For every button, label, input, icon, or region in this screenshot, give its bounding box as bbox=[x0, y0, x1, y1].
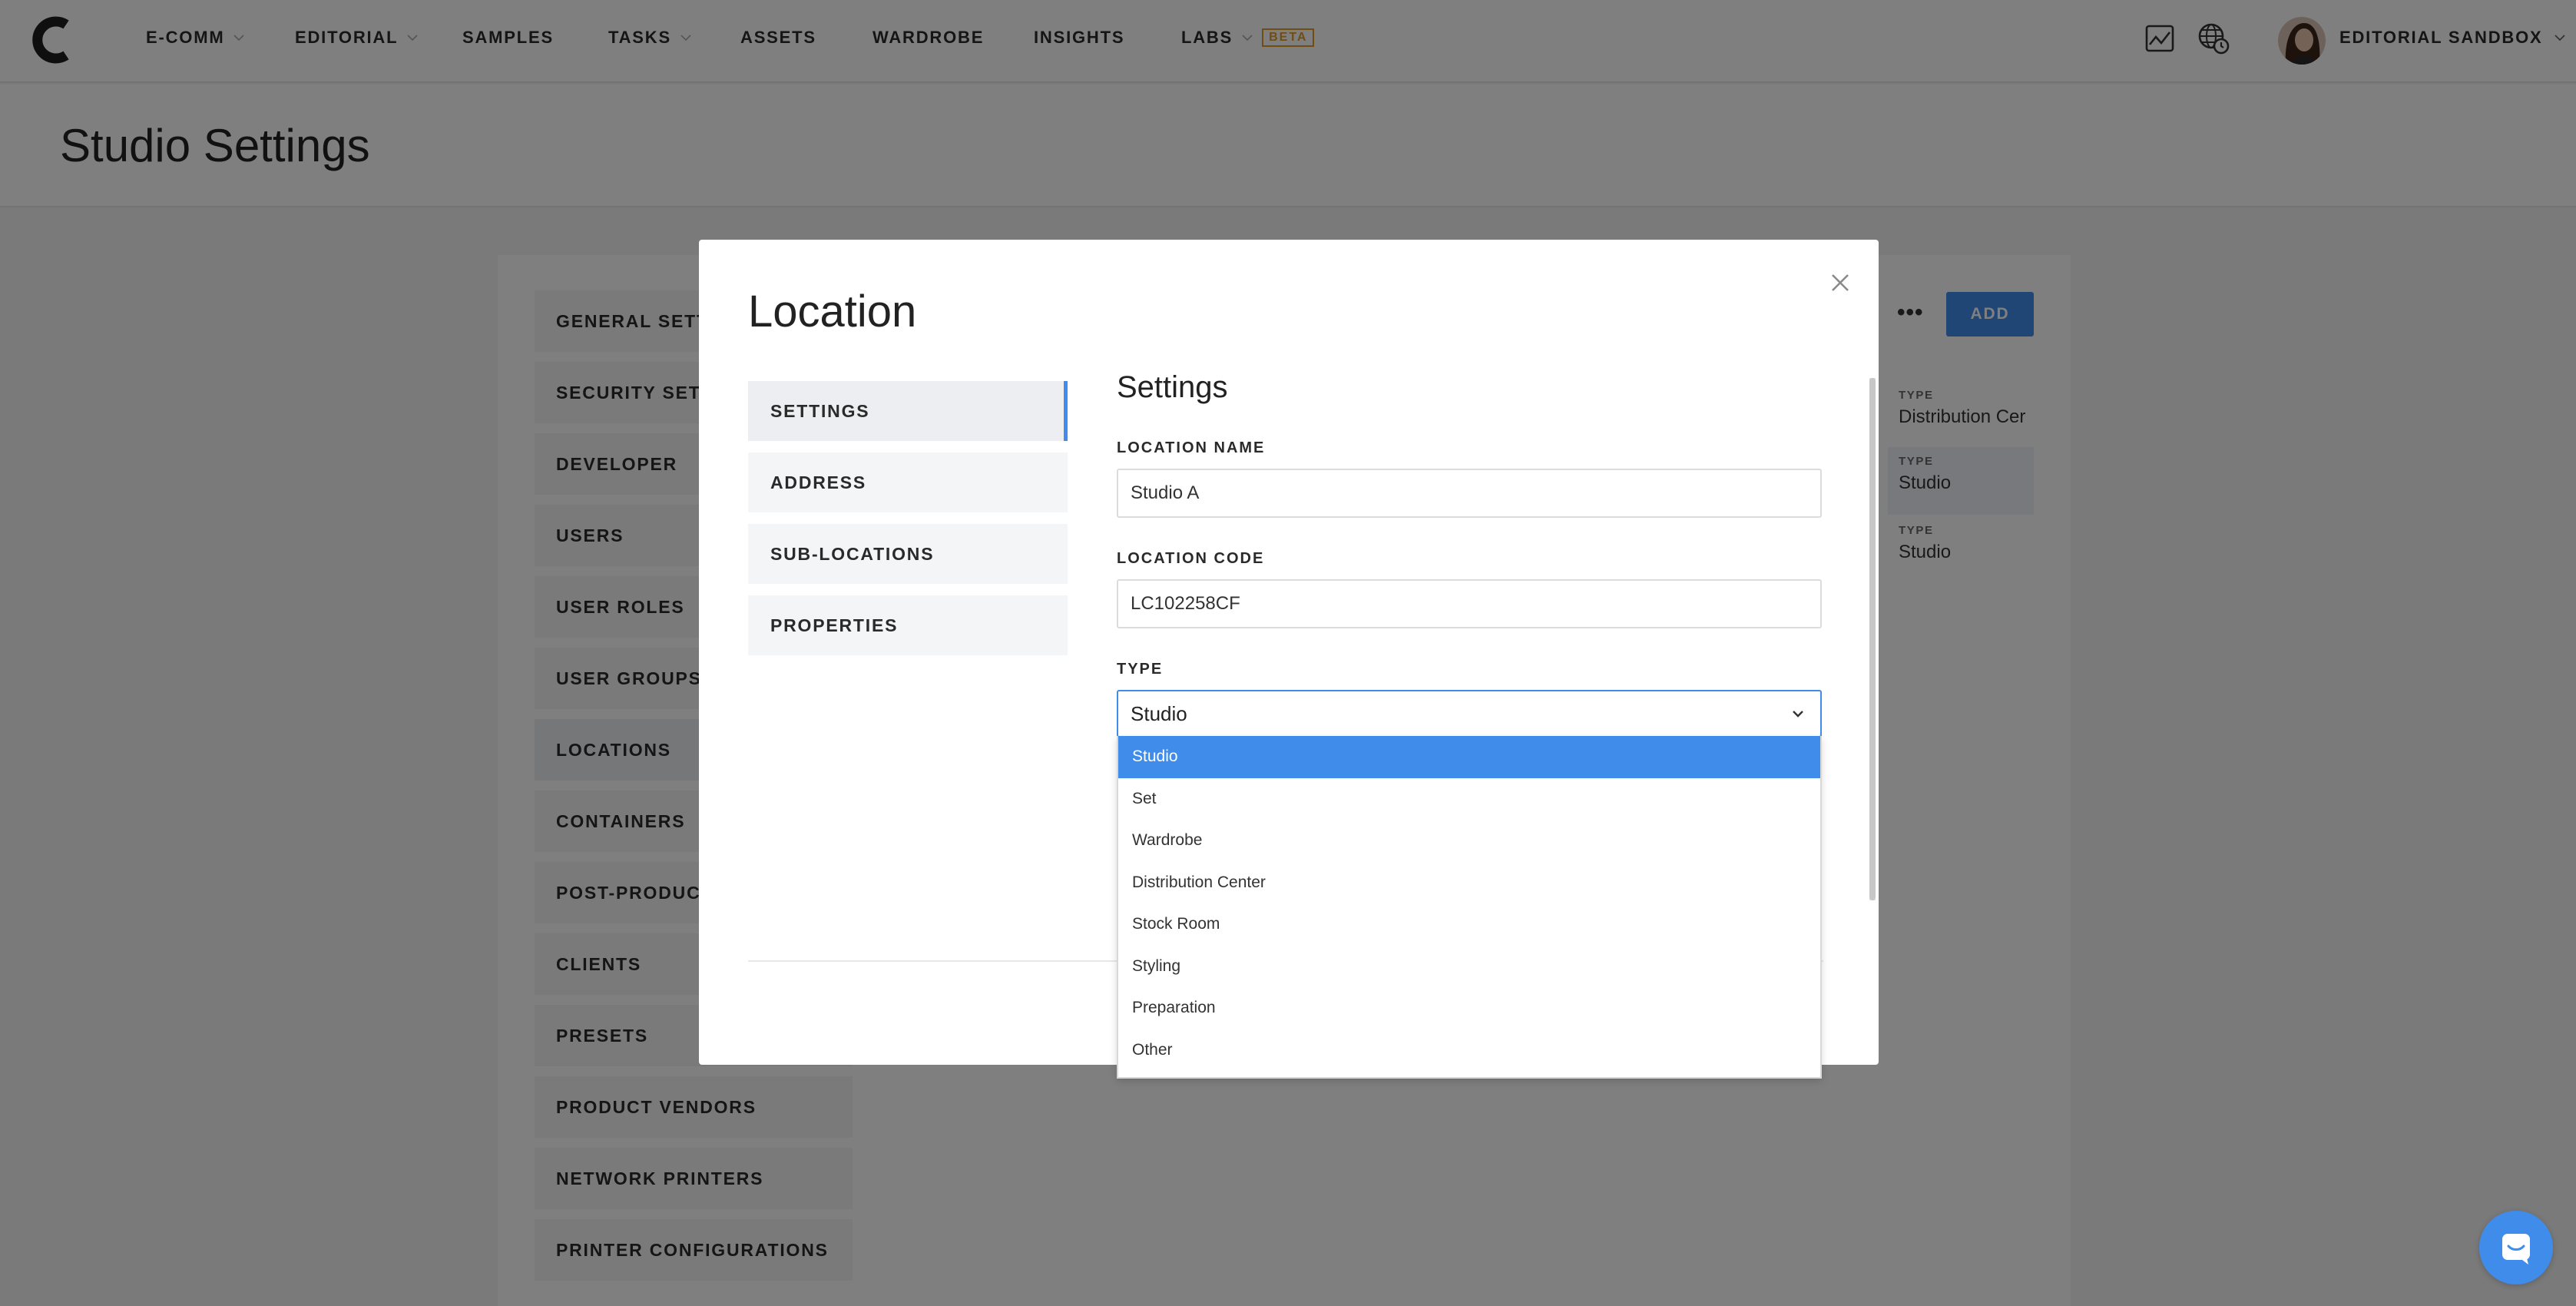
type-option-stock-room[interactable]: Stock Room bbox=[1118, 903, 1820, 946]
type-option-studio[interactable]: Studio bbox=[1118, 736, 1820, 778]
section-title: Settings bbox=[1117, 370, 1228, 404]
scrollbar-thumb[interactable] bbox=[1869, 378, 1876, 900]
tab-sub-locations[interactable]: SUB-LOCATIONS bbox=[748, 524, 1068, 584]
chat-launcher-button[interactable] bbox=[2479, 1211, 2553, 1284]
type-option-preparation[interactable]: Preparation bbox=[1118, 987, 1820, 1029]
type-label: TYPE bbox=[1117, 661, 1164, 678]
tab-settings[interactable]: SETTINGS bbox=[748, 381, 1068, 441]
tab-properties[interactable]: PROPERTIES bbox=[748, 595, 1068, 655]
chat-icon bbox=[2502, 1234, 2530, 1265]
modal-title: Location bbox=[748, 287, 917, 336]
type-option-other[interactable]: Other bbox=[1118, 1029, 1820, 1072]
location-name-label: LOCATION NAME bbox=[1117, 439, 1266, 456]
location-name-input[interactable] bbox=[1117, 469, 1822, 518]
type-option-styling[interactable]: Styling bbox=[1118, 946, 1820, 988]
type-option-wardrobe[interactable]: Wardrobe bbox=[1118, 820, 1820, 862]
close-icon[interactable] bbox=[1825, 267, 1856, 298]
type-option-distribution-center[interactable]: Distribution Center bbox=[1118, 862, 1820, 904]
type-dropdown-list: Studio Set Wardrobe Distribution Center … bbox=[1117, 736, 1822, 1079]
chevron-down-icon bbox=[1793, 711, 1803, 718]
type-select-value: Studio bbox=[1131, 701, 1187, 725]
location-code-label: LOCATION CODE bbox=[1117, 550, 1265, 567]
location-code-input[interactable] bbox=[1117, 579, 1822, 628]
type-option-set[interactable]: Set bbox=[1118, 778, 1820, 820]
tab-address[interactable]: ADDRESS bbox=[748, 452, 1068, 512]
type-select[interactable]: Studio bbox=[1117, 690, 1822, 738]
